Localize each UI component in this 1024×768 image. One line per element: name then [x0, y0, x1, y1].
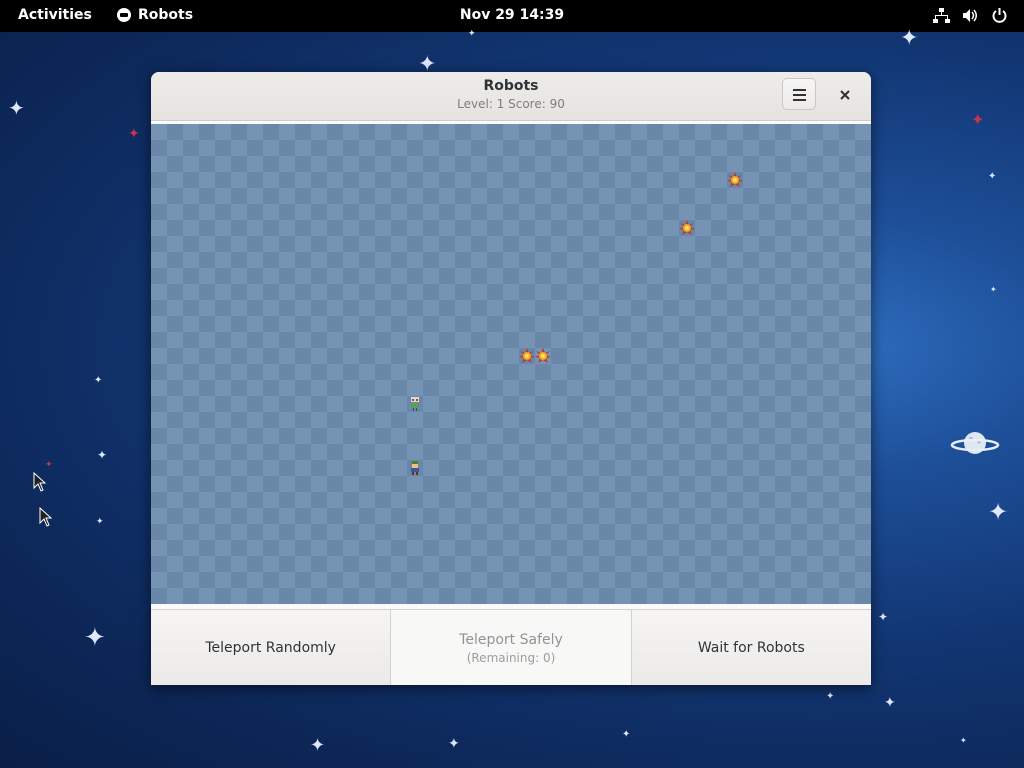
network-icon[interactable] — [933, 7, 950, 24]
explosion-icon — [679, 220, 695, 236]
teleport-safely-remaining: (Remaining: 0) — [466, 650, 556, 665]
planet-icon — [950, 428, 1000, 458]
star-icon: ✦ — [45, 460, 53, 470]
star-icon: ✦ — [8, 96, 25, 120]
game-board[interactable] — [151, 124, 871, 604]
star-icon: ✦ — [988, 171, 997, 182]
wait-for-robots-button[interactable]: Wait for Robots — [631, 610, 871, 685]
star-icon: ✦ — [96, 517, 104, 527]
explosion-icon — [519, 348, 535, 364]
star-icon: ✦ — [884, 695, 896, 711]
teleport-randomly-label: Teleport Randomly — [205, 640, 336, 656]
star-icon: ✦ — [622, 729, 631, 740]
explosion-icon — [535, 348, 551, 364]
robots-window: Robots Level: 1 Score: 90 Teleport Rando… — [151, 72, 871, 685]
window-title: Robots — [483, 78, 539, 94]
teleport-safely-button[interactable]: Teleport Safely (Remaining: 0) — [391, 610, 632, 685]
main-menu-button[interactable] — [782, 78, 816, 110]
star-icon: ✦ — [97, 448, 108, 462]
star-icon: ✦ — [94, 375, 103, 386]
star-icon: ✦ — [468, 29, 476, 39]
star-icon: ✦ — [960, 736, 967, 745]
clock[interactable]: Nov 29 14:39 — [0, 7, 1024, 23]
explosion-icon — [727, 172, 743, 188]
top-bar: Activities Robots Nov 29 14:39 — [0, 0, 1024, 32]
star-icon: ✦ — [448, 736, 460, 752]
hamburger-menu-icon — [793, 89, 806, 91]
player-icon — [407, 460, 423, 476]
hamburger-menu-icon — [793, 94, 806, 96]
header-bar[interactable]: Robots Level: 1 Score: 90 — [151, 72, 871, 121]
star-icon: ✦ — [900, 26, 919, 51]
wait-for-robots-label: Wait for Robots — [697, 640, 805, 656]
window-subtitle: Level: 1 Score: 90 — [457, 97, 565, 111]
close-icon — [840, 90, 850, 100]
close-button[interactable] — [834, 84, 856, 106]
teleport-safely-label: Teleport Safely — [459, 631, 563, 648]
action-bar: Teleport Randomly Teleport Safely (Remai… — [151, 609, 871, 685]
star-icon: ✦ — [84, 623, 106, 653]
mouse-cursor-icon — [33, 471, 47, 492]
hamburger-menu-icon — [793, 99, 806, 101]
volume-icon[interactable] — [962, 7, 979, 24]
star-icon: ✦ — [988, 498, 1009, 526]
teleport-randomly-button[interactable]: Teleport Randomly — [151, 610, 392, 685]
star-icon: ✦ — [971, 110, 985, 129]
star-icon: ✦ — [990, 285, 997, 294]
power-icon[interactable] — [991, 7, 1008, 24]
robot-icon — [407, 396, 423, 412]
mouse-cursor-icon — [39, 506, 53, 527]
star-icon: ✦ — [878, 610, 889, 624]
star-icon: ✦ — [310, 735, 326, 756]
star-icon: ✦ — [826, 691, 835, 702]
system-tray[interactable] — [933, 7, 1008, 24]
star-icon: ✦ — [128, 126, 140, 142]
